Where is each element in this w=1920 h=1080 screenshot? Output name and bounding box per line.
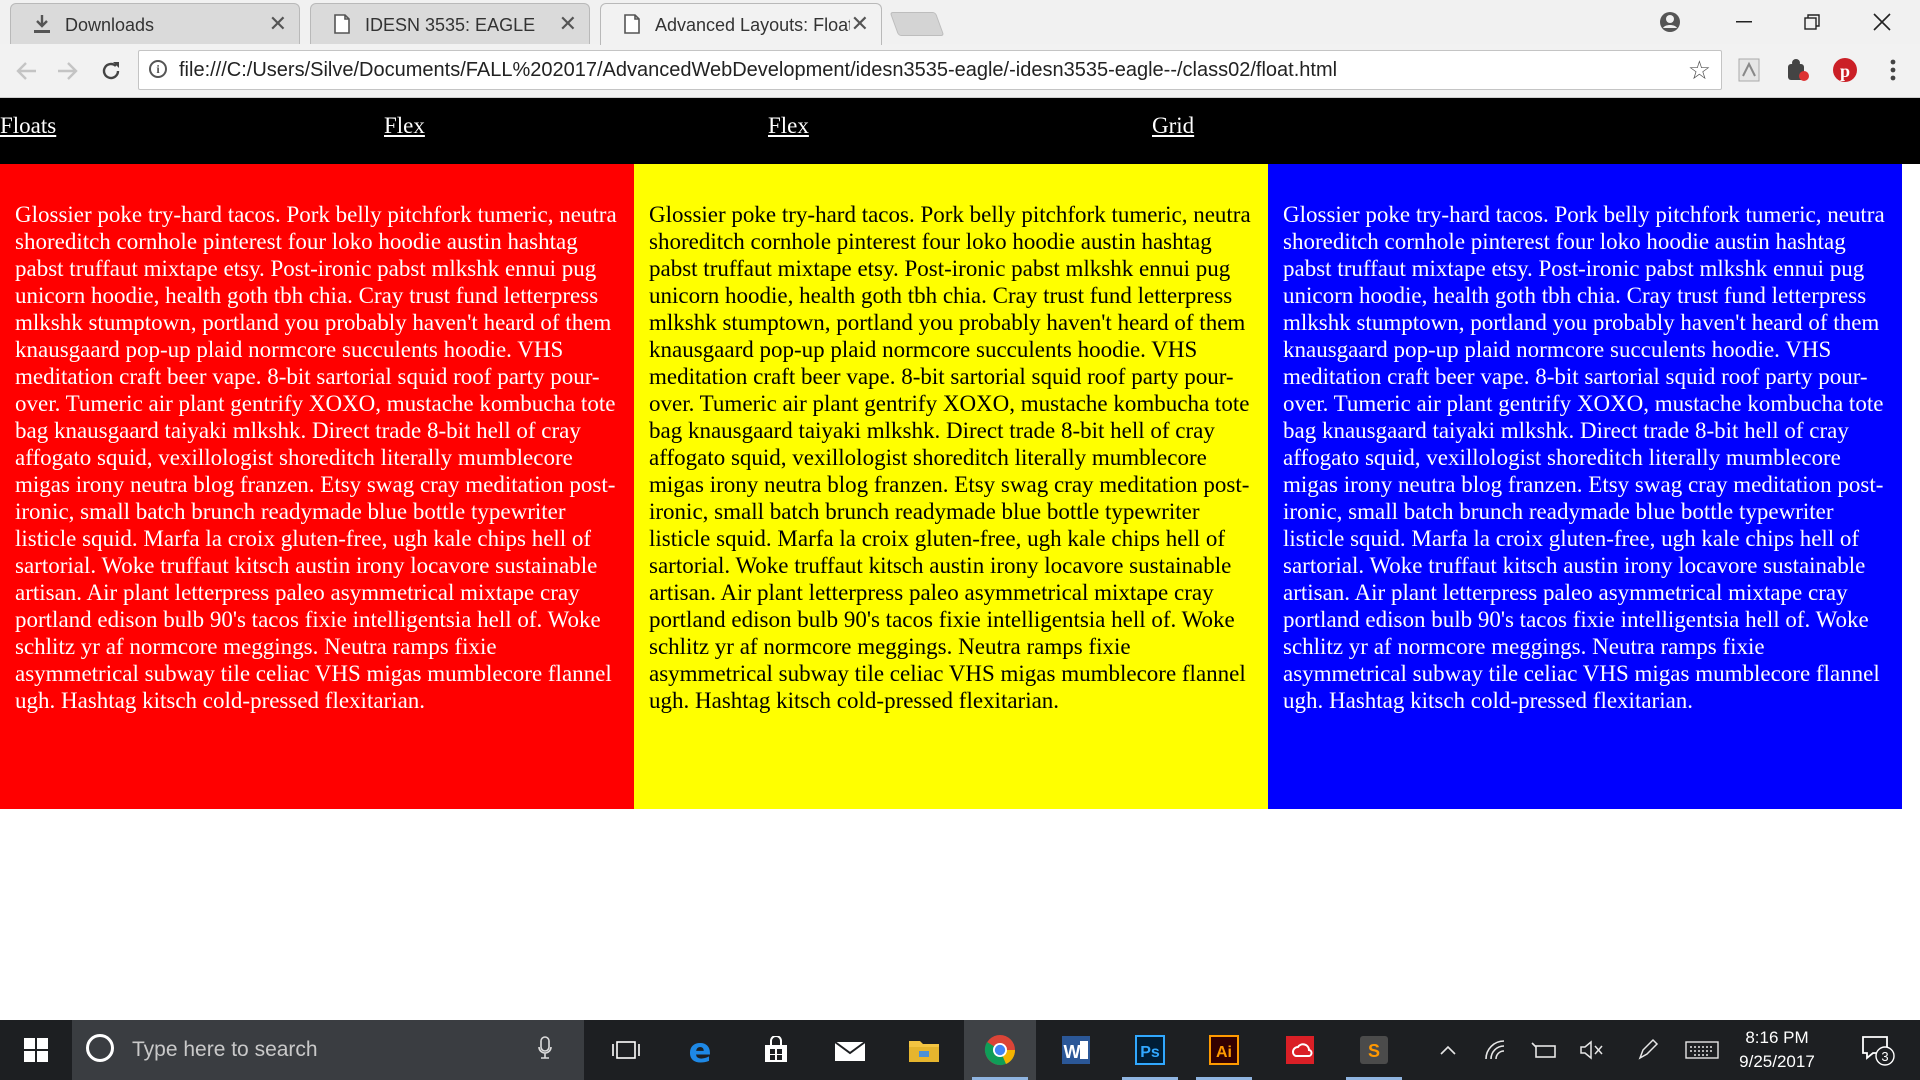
wifi-icon[interactable] [1478, 1020, 1514, 1080]
arrow-left-icon [16, 62, 36, 80]
reload-button[interactable] [94, 54, 128, 88]
notification-count: 3 [1881, 1049, 1888, 1064]
column-text: Glossier poke try-hard tacos. Pork belly… [15, 202, 617, 713]
chrome-icon[interactable] [964, 1020, 1036, 1080]
column-text: Glossier poke try-hard tacos. Pork belly… [649, 202, 1251, 713]
taskbar-search[interactable]: Type here to search [72, 1020, 584, 1080]
browser-toolbar: i file:///C:/Users/Silve/Documents/FALL%… [0, 44, 1920, 98]
volume-muted-icon[interactable] [1574, 1020, 1610, 1080]
windows-taskbar: Type here to search e W Ps Ai S 8:16 PM … [0, 1020, 1920, 1080]
photoshop-label: Ps [1140, 1044, 1160, 1061]
menu-dots-icon[interactable] [1880, 57, 1906, 83]
system-clock[interactable]: 8:16 PM 9/25/2017 [1732, 1026, 1822, 1074]
forward-button[interactable] [50, 54, 84, 88]
task-view-icon[interactable] [590, 1020, 662, 1080]
column-text: Glossier poke try-hard tacos. Pork belly… [1283, 202, 1885, 713]
file-explorer-icon[interactable] [888, 1020, 960, 1080]
arrow-right-icon [58, 62, 78, 80]
close-icon[interactable]: ✕ [851, 11, 869, 37]
tab-advanced-layouts[interactable]: Advanced Layouts: Floats ✕ [600, 3, 882, 45]
tab-label: Advanced Layouts: Floats [655, 15, 850, 35]
float-column-yellow: Glossier poke try-hard tacos. Pork belly… [634, 164, 1268, 809]
microphone-icon[interactable] [538, 1036, 552, 1065]
restore-icon [1804, 14, 1820, 30]
search-placeholder: Type here to search [132, 1038, 318, 1061]
tab-label: IDESN 3535: EAGLE [365, 15, 536, 35]
float-column-blue: Glossier poke try-hard tacos. Pork belly… [1268, 164, 1902, 809]
tab-label: Downloads [65, 15, 155, 35]
illustrator-label: Ai [1216, 1044, 1232, 1061]
tab-strip: Downloads ✕ IDESN 3535: EAGLE ✕ Advanced… [0, 0, 1920, 45]
address-bar[interactable]: i file:///C:/Users/Silve/Documents/FALL%… [138, 50, 1722, 90]
back-button[interactable] [10, 54, 44, 88]
pinterest-icon[interactable]: p [1832, 57, 1858, 83]
start-button[interactable] [0, 1020, 72, 1080]
restore-button[interactable] [1778, 0, 1846, 44]
battery-icon[interactable] [1526, 1020, 1562, 1080]
word-icon-label: W [1064, 1042, 1081, 1062]
pen-ink-icon[interactable] [1630, 1020, 1666, 1080]
windows-logo-icon [24, 1038, 48, 1062]
edge-icon[interactable]: e [664, 1020, 736, 1080]
profile-icon[interactable] [1636, 0, 1704, 44]
cortana-icon [86, 1034, 114, 1062]
show-hidden-icons-chevron-up-icon[interactable] [1432, 1020, 1464, 1080]
tab-idesn[interactable]: IDESN 3535: EAGLE ✕ [310, 3, 590, 44]
svg-text:e: e [688, 1034, 711, 1066]
nav-link-flex[interactable]: Flex [384, 113, 425, 139]
clock-date: 9/25/2017 [1739, 1052, 1815, 1071]
close-icon[interactable]: ✕ [559, 11, 577, 37]
sublime-label: S [1368, 1041, 1380, 1061]
close-window-button[interactable] [1848, 0, 1916, 44]
photoshop-icon[interactable]: Ps [1114, 1020, 1186, 1080]
pdf-extension-icon[interactable] [1736, 57, 1762, 83]
url-text[interactable]: file:///C:/Users/Silve/Documents/FALL%20… [179, 59, 1337, 82]
download-icon [33, 14, 51, 34]
keyboard-icon[interactable] [1680, 1020, 1724, 1080]
close-icon[interactable]: ✕ [269, 11, 287, 37]
illustrator-icon[interactable]: Ai [1188, 1020, 1260, 1080]
creative-cloud-icon[interactable] [1264, 1020, 1336, 1080]
nav-link-grid[interactable]: Grid [1152, 113, 1194, 139]
extension-puzzle-icon[interactable] [1784, 57, 1810, 83]
store-icon[interactable] [740, 1020, 812, 1080]
sublime-text-icon[interactable]: S [1338, 1020, 1410, 1080]
minimize-icon [1736, 21, 1752, 23]
info-icon[interactable]: i [149, 60, 167, 78]
bookmark-star-icon[interactable]: ☆ [1688, 55, 1711, 86]
clock-time: 8:16 PM [1745, 1028, 1809, 1047]
document-icon [623, 14, 641, 34]
top-navigation: Floats Flex Flex Grid [0, 98, 1920, 164]
page-viewport: Floats Flex Flex Grid Glossier poke try-… [0, 98, 1920, 1020]
word-icon[interactable]: W [1040, 1020, 1112, 1080]
float-column-red: Glossier poke try-hard tacos. Pork belly… [0, 164, 634, 809]
new-tab-button[interactable] [889, 12, 945, 36]
svg-text:p: p [1840, 61, 1850, 81]
action-center-icon[interactable]: 3 [1848, 1020, 1908, 1080]
nav-link-flex-2[interactable]: Flex [768, 113, 809, 139]
tab-downloads[interactable]: Downloads ✕ [10, 3, 300, 44]
reload-icon [102, 62, 120, 80]
minimize-button[interactable] [1710, 0, 1778, 44]
close-icon [1873, 13, 1891, 31]
nav-link-floats[interactable]: Floats [0, 113, 56, 139]
mail-icon[interactable] [814, 1020, 886, 1080]
document-icon [333, 14, 351, 34]
